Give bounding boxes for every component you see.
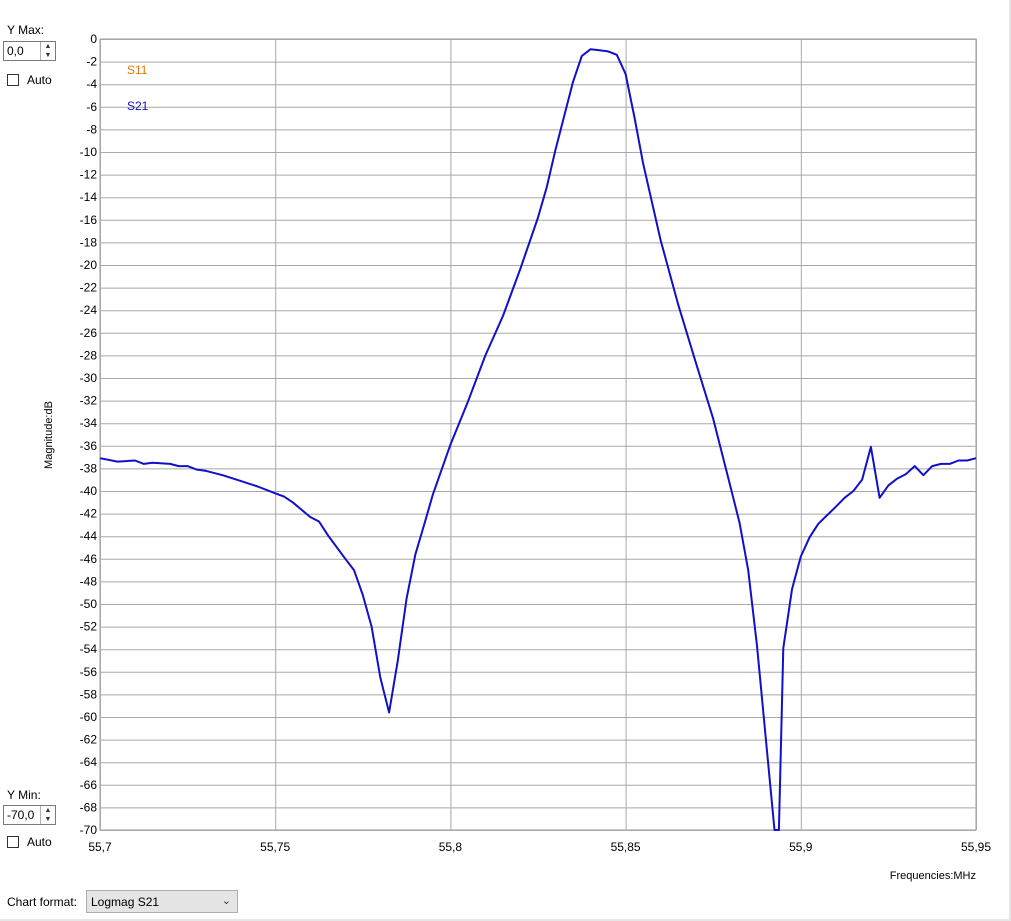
series-line-s21 xyxy=(99,48,977,831)
y-tick-label: -48 xyxy=(80,574,98,588)
x-tick-label: 55,7 xyxy=(88,840,112,854)
y-tick-label: -26 xyxy=(80,326,98,340)
x-tick-label: 55,9 xyxy=(789,840,813,854)
y-tick-label: -68 xyxy=(80,800,98,814)
y-axis-ticks: 0 -2 -4 -6 -8 -10 -12 -14 -16 -18 -20 -22 -24 -26 -28 -… xyxy=(80,32,98,837)
x-tick-label: 55,95 xyxy=(961,840,991,854)
y-tick-label: -32 xyxy=(80,394,98,408)
y-tick-label: -58 xyxy=(80,687,98,701)
y-tick-label: -28 xyxy=(80,348,98,362)
y-tick-label: -70 xyxy=(80,823,98,837)
y-tick-label: -36 xyxy=(80,439,98,453)
y-tick-label: 0 xyxy=(90,32,97,46)
y-tick-label: -4 xyxy=(86,77,97,91)
y-tick-label: -18 xyxy=(80,235,98,249)
series-layer xyxy=(99,48,977,831)
y-tick-label: -24 xyxy=(80,303,98,317)
y-tick-label: -30 xyxy=(80,371,98,385)
y-tick-label: -66 xyxy=(80,778,98,792)
y-tick-label: -56 xyxy=(80,665,98,679)
y-tick-label: -8 xyxy=(86,122,97,136)
x-axis-ticks: 55,7 55,75 55,8 55,85 55,9 55,95 xyxy=(88,840,991,854)
y-tick-label: -50 xyxy=(80,597,98,611)
y-tick-label: -22 xyxy=(80,281,98,295)
y-tick-label: -62 xyxy=(80,733,98,747)
y-tick-label: -42 xyxy=(80,507,98,521)
y-tick-label: -40 xyxy=(80,484,98,498)
y-tick-label: -2 xyxy=(86,55,97,69)
legend-s11: S11 xyxy=(127,63,148,77)
y-tick-label: -12 xyxy=(80,168,98,182)
x-tick-label: 55,8 xyxy=(439,840,463,854)
y-tick-label: -44 xyxy=(80,529,98,543)
y-tick-label: -20 xyxy=(80,258,98,272)
y-tick-label: -38 xyxy=(80,461,98,475)
chart-grid xyxy=(99,38,977,831)
y-axis-label: Magnitude:dB xyxy=(43,401,55,469)
x-tick-label: 55,85 xyxy=(611,840,641,854)
y-tick-label: -34 xyxy=(80,416,98,430)
y-tick-label: -14 xyxy=(80,190,98,204)
y-tick-label: -54 xyxy=(80,642,98,656)
plot-area-border xyxy=(99,38,977,831)
y-tick-label: -52 xyxy=(80,620,98,634)
chart-legend: S11 S21 xyxy=(127,63,149,113)
y-tick-label: -10 xyxy=(80,145,98,159)
y-tick-label: -16 xyxy=(80,213,98,227)
x-axis-label: Frequencies:MHz xyxy=(890,870,976,882)
legend-s21: S21 xyxy=(127,99,149,113)
y-tick-label: -6 xyxy=(86,100,97,114)
x-tick-label: 55,75 xyxy=(260,840,290,854)
y-tick-label: -60 xyxy=(80,710,98,724)
y-tick-label: -46 xyxy=(80,552,98,566)
magnitude-chart: 0 -2 -4 -6 -8 -10 -12 -14 -16 -18 -20 -22 -24 -26 -28 -… xyxy=(43,32,991,882)
y-tick-label: -64 xyxy=(80,755,98,769)
